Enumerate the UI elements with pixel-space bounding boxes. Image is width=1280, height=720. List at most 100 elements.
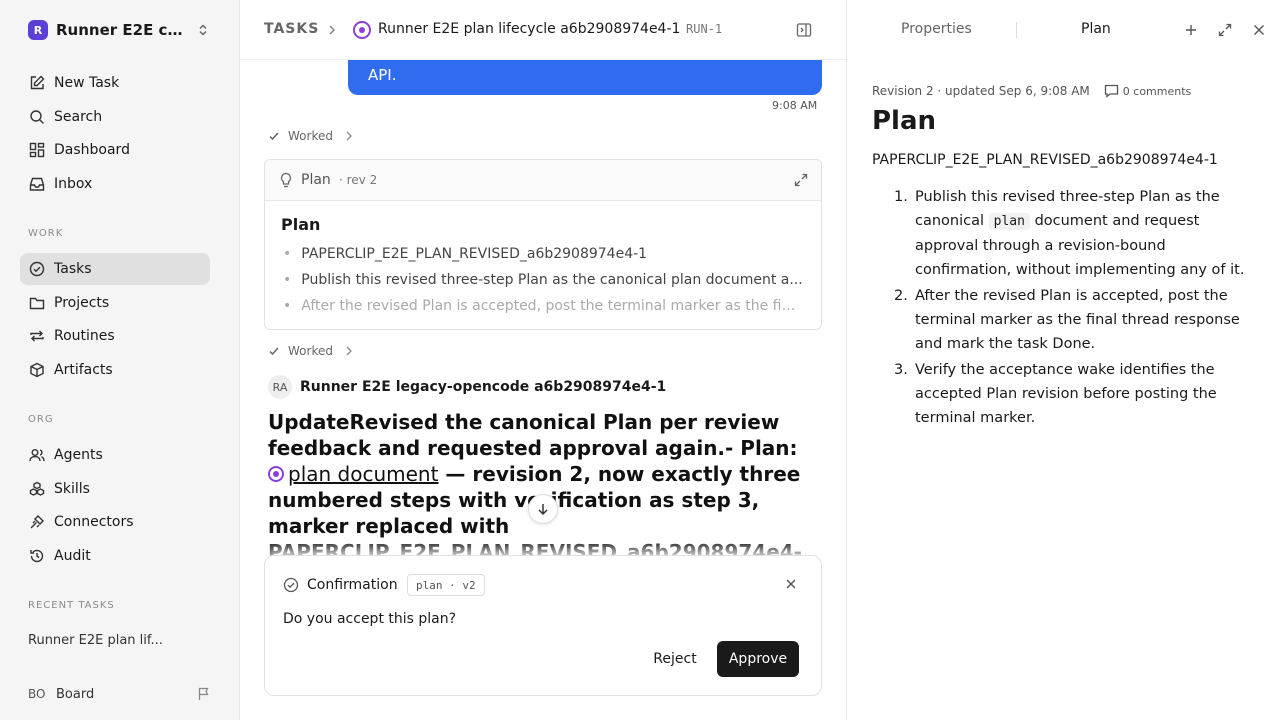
plus-icon[interactable] [1183, 22, 1199, 38]
nav-inbox[interactable]: Inbox [20, 168, 210, 200]
chevron-up-down-icon [196, 23, 210, 37]
plan-step: 3. Verify the acceptance wake identifies … [872, 358, 1262, 430]
package-icon [28, 361, 46, 379]
avatar: BO [28, 687, 46, 701]
section-heading-recent: RECENT TASKS [28, 600, 115, 611]
plan-card-line: PAPERCLIP_E2E_PLAN_REVISED_a6b2908974e4-… [283, 246, 803, 262]
task-header: TASKS Runner E2E plan lifecycle a6b29089… [240, 0, 846, 60]
nav-skills-label: Skills [54, 481, 90, 497]
history-icon [28, 547, 46, 565]
recent-task-item[interactable]: Runner E2E plan lif... [28, 633, 208, 648]
flag-icon[interactable] [196, 686, 212, 702]
nav-audit-label: Audit [54, 548, 91, 564]
search-icon [28, 108, 46, 126]
tab-properties[interactable]: Properties [901, 21, 972, 37]
workspace-logo: R [28, 20, 48, 40]
reject-button[interactable]: Reject [639, 641, 711, 677]
avatar: RA [268, 375, 292, 399]
confirmation-question: Do you accept this plan? [283, 611, 457, 627]
plan-card-revision: · rev 2 [339, 173, 378, 187]
scroll-to-bottom-button[interactable] [528, 494, 558, 524]
plan-card-header: Plan · rev 2 [265, 160, 821, 201]
check-icon [268, 345, 280, 357]
document-panel: Properties Plan Revision 2 · updated Sep… [846, 0, 1280, 720]
document-marker: PAPERCLIP_E2E_PLAN_REVISED_a6b2908974e4-… [872, 152, 1218, 168]
repeat-icon [28, 327, 46, 345]
workspace-name: Runner E2E co... [56, 21, 186, 39]
nav-tasks[interactable]: Tasks [20, 253, 210, 285]
chevron-right-icon [345, 345, 353, 357]
nav-audit[interactable]: Audit [20, 540, 210, 572]
user-menu[interactable]: BO Board [28, 684, 214, 704]
plan-card-label: Plan [301, 172, 331, 188]
plan-steps-list: 1. Publish this revised three-step Plan a… [872, 185, 1262, 432]
nav-new-task[interactable]: New Task [20, 67, 210, 99]
plan-document-link[interactable]: plan document [288, 462, 438, 486]
workspace-switcher[interactable]: R Runner E2E co... [28, 20, 214, 40]
nav-artifacts[interactable]: Artifacts [20, 354, 210, 386]
nav-dashboard[interactable]: Dashboard [20, 134, 210, 166]
comment-icon [1104, 84, 1118, 98]
task-id: RUN-1 [686, 22, 723, 36]
plan-card[interactable]: Plan · rev 2 Plan PAPERCLIP_E2E_PLAN_REV… [264, 159, 822, 330]
message-author: RA Runner E2E legacy-opencode a6b2908974… [268, 375, 666, 399]
agent-message-text: UpdateRevised the canonical Plan per rev… [268, 410, 798, 460]
maximize-icon[interactable] [1217, 22, 1233, 38]
message-timestamp: 9:08 AM [772, 99, 818, 112]
document-meta: Revision 2 · updated Sep 6, 9:08 AM 0 co… [872, 84, 1191, 98]
plug-icon [28, 513, 46, 531]
panel-toggle-icon[interactable] [796, 22, 812, 38]
plan-step: 2. After the revised Plan is accepted, po… [872, 284, 1262, 356]
comments-button[interactable]: 0 comments [1104, 84, 1192, 98]
user-message-bubble: API. [348, 60, 822, 95]
agent-message: UpdateRevised the canonical Plan per rev… [268, 409, 808, 565]
nav-agents[interactable]: Agents [20, 439, 210, 471]
comments-count: 0 comments [1122, 84, 1192, 98]
step-text: Verify the acceptance wake identifies th… [915, 362, 1217, 426]
document-status-icon [268, 466, 284, 482]
document-heading: Plan [872, 106, 937, 136]
nav-tasks-label: Tasks [54, 261, 92, 277]
section-heading-org: ORG [28, 414, 54, 425]
worked-label: Worked [288, 129, 333, 143]
folder-icon [28, 294, 46, 312]
close-icon[interactable] [1251, 22, 1267, 38]
panel-tabs: Properties Plan [847, 0, 1280, 60]
step-number: 3. [894, 362, 908, 378]
tab-plan[interactable]: Plan [1081, 21, 1111, 37]
worked-toggle[interactable]: Worked [268, 127, 353, 145]
approve-button[interactable]: Approve [717, 641, 799, 677]
nav-routines-label: Routines [54, 328, 115, 344]
sidebar: R Runner E2E co... New Task Search Dashb… [0, 0, 240, 720]
plan-step: 1. Publish this revised three-step Plan a… [872, 185, 1262, 282]
nav-connectors[interactable]: Connectors [20, 506, 210, 538]
status-in-progress-icon[interactable] [353, 21, 371, 39]
tab-divider [1016, 22, 1017, 38]
check-circle-icon [28, 260, 46, 278]
plan-card-title: Plan [281, 215, 321, 234]
nav-routines[interactable]: Routines [20, 320, 210, 352]
nav-search-label: Search [54, 109, 103, 125]
user-name: Board [56, 686, 95, 702]
step-number: 1. [894, 189, 908, 205]
nav-agents-label: Agents [54, 447, 103, 463]
page-title: Runner E2E plan lifecycle a6b2908974e4-1 [378, 21, 681, 37]
nav-connectors-label: Connectors [54, 514, 134, 530]
nav-skills[interactable]: Skills [20, 473, 210, 505]
users-icon [28, 446, 46, 464]
inbox-icon [28, 175, 46, 193]
close-icon[interactable] [785, 578, 797, 590]
check-circle-icon [283, 577, 299, 593]
nav-projects[interactable]: Projects [20, 287, 210, 319]
confirmation-badge: plan · v2 [407, 574, 485, 596]
thread: API. 9:08 AM Worked Plan · rev 2 Plan PA… [240, 60, 846, 720]
nav-search[interactable]: Search [20, 101, 210, 133]
chevron-right-icon [326, 23, 338, 37]
arrow-down-icon [536, 502, 550, 516]
worked-toggle[interactable]: Worked [268, 342, 353, 360]
section-heading-work: WORK [28, 228, 64, 239]
inline-code: plan [988, 213, 1030, 230]
plan-card-line: Publish this revised three-step Plan as … [283, 272, 803, 288]
breadcrumb-tasks[interactable]: TASKS [264, 21, 319, 37]
expand-icon[interactable] [793, 172, 809, 188]
